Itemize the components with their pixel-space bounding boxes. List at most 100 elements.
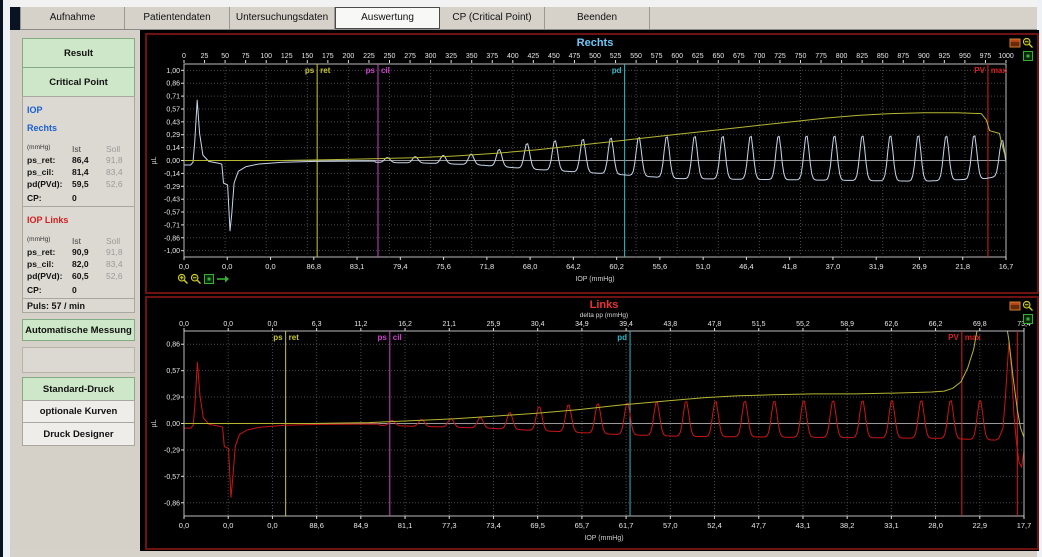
standard-druck-button[interactable]: Standard-Druck (22, 377, 135, 401)
bottom-axis-tick-label: 61,7 (619, 521, 634, 530)
critical-point-button[interactable]: Critical Point (22, 67, 135, 97)
y-axis-tick-label: 0,14 (166, 145, 180, 152)
col-header-soll: Soll (106, 236, 121, 246)
iop-rechts-panel: IOP Rechts (mmHg) Ist Soll ps_ret: 86,4 … (22, 96, 135, 207)
bottom-axis-tick-label: 37,0 (826, 262, 841, 271)
top-axis-tick-label: 50 (221, 53, 229, 60)
top-axis-tick-label: 75 (242, 53, 250, 60)
top-axis-tick-label: 150 (301, 53, 313, 60)
bottom-axis-tick-label: 52,4 (707, 521, 722, 530)
row-ist-value: 90,9 (72, 247, 89, 257)
top-axis-tick-label: 600 (671, 53, 683, 60)
marker-label: pd (612, 66, 622, 75)
top-axis-tick-label: 900 (918, 53, 930, 60)
tab-aufnahme[interactable]: Aufnahme (20, 7, 125, 29)
iop-rechts-row-cp: CP: 0 (27, 192, 131, 204)
top-axis-tick-label: 11,2 (354, 321, 367, 328)
row-soll-value: 52,6 (106, 179, 123, 189)
top-axis-tick-label: 100 (260, 53, 272, 60)
bottom-axis-tick-label: 55,6 (653, 262, 668, 271)
window-icon[interactable] (1009, 37, 1021, 49)
tab-cp-critical-point[interactable]: CP (Critical Point) (440, 7, 545, 29)
row-soll-value: 83,4 (106, 259, 123, 269)
bottom-axis-tick-label: 21,8 (955, 262, 970, 271)
top-axis-tick-label: 175 (322, 53, 334, 60)
row-ist-value: 0 (72, 285, 77, 295)
top-axis-tick-label: 950 (959, 53, 971, 60)
top-axis-tick-label: 300 (425, 53, 437, 60)
top-axis-tick-label: 450 (548, 53, 560, 60)
links-chart-panel: Links delta pp (mmHg) 0,0 0,0 0,0 6,3 11,2 16,2… (145, 296, 1039, 550)
tab-auswertung[interactable]: Auswertung (335, 7, 440, 29)
top-axis-tick-label: 51,5 (752, 321, 766, 328)
top-axis-tick-label: 69,8 (973, 321, 987, 328)
tab-beenden[interactable]: Beenden (545, 7, 650, 29)
pan-right-icon[interactable] (216, 273, 229, 285)
row-ist-value: 82,0 (72, 259, 89, 269)
bottom-axis-tick-label: 73,4 (486, 521, 501, 530)
row-label: pd(PVd): (27, 179, 63, 189)
top-axis-tick-label: 0 (182, 53, 186, 60)
top-axis-tick-label: 725 (774, 53, 786, 60)
result-button[interactable]: Result (22, 38, 135, 68)
iop-links-row-ps-cil: ps_cil: 82,0 83,4 (27, 258, 131, 270)
row-ist-value: 86,4 (72, 155, 89, 165)
zoom-reset-icon[interactable] (1022, 313, 1034, 325)
window-frame-left (3, 0, 10, 557)
top-axis-tick-label: 43,8 (664, 321, 678, 328)
top-axis-tick-label: 550 (630, 53, 642, 60)
marker-label: max (991, 66, 1008, 75)
zoom-out-icon[interactable] (1022, 300, 1034, 312)
row-soll-value: 91,8 (106, 155, 123, 165)
top-axis-tick-label: 0,0 (179, 321, 189, 328)
iop-rechts-unit: (mmHg) (27, 144, 51, 151)
tab-untersuchungsdaten[interactable]: Untersuchungsdaten (230, 7, 335, 29)
row-ist-value: 81,4 (72, 167, 89, 177)
top-axis-tick-label: 21,1 (442, 321, 456, 328)
top-axis-tick-label: 325 (445, 53, 457, 60)
top-axis-tick-label: 375 (486, 53, 498, 60)
row-label: ps_ret: (27, 247, 56, 257)
y-axis-tick-label: 0,57 (166, 107, 180, 114)
bottom-axis-tick-label: 47,7 (751, 521, 766, 530)
top-axis-tick-label: 525 (610, 53, 622, 60)
bottom-axis-tick-label: 0,0 (265, 262, 275, 271)
iop-rechts-row-pd: pd(PVd): 59,5 52,6 (27, 178, 131, 190)
optionale-kurven-button[interactable]: optionale Kurven (22, 400, 135, 423)
marker-label: cil (393, 333, 402, 342)
iop-links-row-pd: pd(PVd): 60,5 52,6 (27, 270, 131, 282)
tab-patientendaten[interactable]: Patientendaten (125, 7, 230, 29)
top-axis-tick-label: 125 (281, 53, 293, 60)
application-window: Aufnahme Patientendaten Untersuchungsdat… (0, 0, 1042, 557)
top-axis-tick-label: 800 (836, 53, 848, 60)
y-axis-tick-label: -0,29 (164, 184, 180, 191)
zoom-reset-icon[interactable] (203, 273, 215, 285)
zoom-reset-icon[interactable] (1022, 50, 1034, 62)
iop-rechts-row-ps-cil: ps_cil: 81,4 83,4 (27, 166, 131, 178)
window-icon[interactable] (1009, 300, 1021, 312)
bottom-axis-tick-label: 17,7 (1017, 521, 1032, 530)
x-axis-title: IOP (mmHg) (584, 535, 623, 542)
druck-designer-button[interactable]: Druck Designer (22, 422, 135, 446)
zoom-out-icon[interactable] (190, 273, 202, 285)
rechts-chart-panel: Rechts 0 25 50 75 100 125 150 175 200 225 250 275 300… (145, 33, 1039, 294)
bottom-axis-tick-label: 41,8 (782, 262, 797, 271)
top-axis-tick-label: 875 (897, 53, 909, 60)
y-axis-tick-label: 0,00 (166, 158, 180, 165)
marker-label: PV (948, 333, 959, 342)
bottom-axis-tick-label: 0,0 (179, 262, 189, 271)
top-axis-tick-label: 62,6 (885, 321, 899, 328)
empty-panel (22, 347, 135, 373)
top-axis-tick-label: 34,9 (575, 321, 589, 328)
marker-label: max (965, 333, 982, 342)
zoom-out-icon[interactable] (1022, 37, 1034, 49)
marker-label: ret (289, 333, 300, 342)
top-axis-tick-label: 925 (939, 53, 951, 60)
zoom-in-icon[interactable] (177, 273, 189, 285)
automatische-messung-button[interactable]: Automatische Messung (22, 319, 135, 341)
iop-links-title: IOP Links (27, 215, 69, 225)
marker-label: ps (273, 333, 283, 342)
row-ist-value: 60,5 (72, 271, 89, 281)
y-axis-tick-label: 0,00 (166, 421, 180, 428)
bottom-axis-tick-label: 64,2 (566, 262, 581, 271)
